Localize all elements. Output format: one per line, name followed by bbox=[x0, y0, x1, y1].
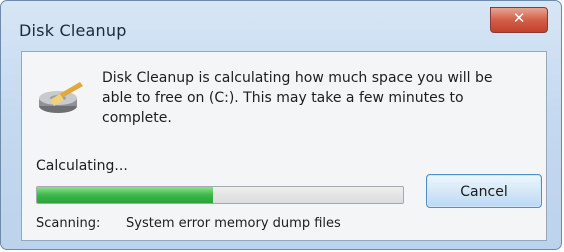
scanning-label: Scanning: bbox=[36, 216, 101, 231]
scanning-item: System error memory dump files bbox=[126, 216, 341, 231]
progress-bar bbox=[36, 186, 404, 204]
disk-cleanup-window: Disk Cleanup ✕ Disk Cleanup is calculati… bbox=[0, 0, 562, 250]
close-icon: ✕ bbox=[512, 9, 526, 27]
disk-cleanup-icon bbox=[39, 82, 83, 113]
cancel-button[interactable]: Cancel bbox=[426, 174, 542, 208]
title-bar[interactable]: Disk Cleanup ✕ bbox=[1, 1, 561, 45]
dialog-content: Disk Cleanup is calculating how much spa… bbox=[21, 51, 547, 241]
progress-fill bbox=[37, 187, 213, 203]
status-message: Disk Cleanup is calculating how much spa… bbox=[102, 70, 493, 126]
calculating-label: Calculating... bbox=[36, 158, 128, 174]
window-title: Disk Cleanup bbox=[19, 21, 127, 40]
close-button[interactable]: ✕ bbox=[490, 7, 548, 33]
